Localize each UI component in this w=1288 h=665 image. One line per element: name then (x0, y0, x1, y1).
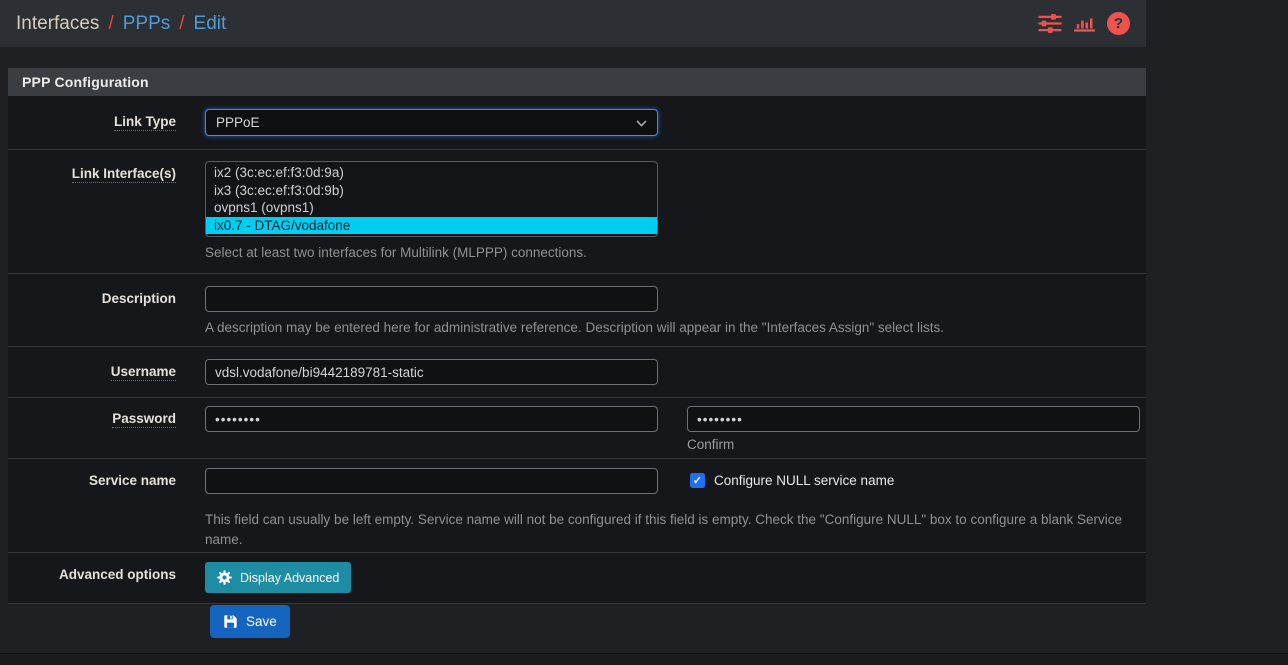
list-option[interactable]: ovpns1 (ovpns1) (206, 199, 657, 217)
breadcrumb-item-edit[interactable]: Edit (194, 13, 227, 35)
checkbox-checked-icon[interactable]: ✓ (690, 473, 705, 488)
ppp-configuration-panel: PPP Configuration Link Type PPPoE (8, 68, 1146, 604)
configure-null-checkbox-group[interactable]: ✓ Configure NULL service name (690, 473, 894, 488)
sliders-icon[interactable] (1038, 14, 1062, 33)
breadcrumb-item-interfaces: Interfaces (16, 13, 99, 35)
password-input[interactable] (205, 406, 658, 432)
description-help: A description may be entered here for ad… (205, 318, 1140, 338)
link-type-row: Link Type PPPoE (8, 96, 1146, 150)
link-interfaces-label: Link Interface(s) (72, 161, 176, 183)
link-interfaces-listbox[interactable]: ix2 (3c:ec:ef:f3:0d:9a) ix3 (3c:ec:ef:f3… (205, 161, 658, 237)
description-label: Description (102, 286, 176, 306)
display-advanced-button[interactable]: Display Advanced (205, 562, 351, 593)
advanced-options-row: Advanced options (8, 553, 1146, 603)
help-icon[interactable]: ? (1107, 12, 1130, 35)
display-advanced-label: Display Advanced (240, 571, 339, 585)
advanced-options-label: Advanced options (59, 562, 176, 582)
gear-icon (217, 570, 232, 585)
save-button[interactable]: Save (210, 605, 290, 638)
service-name-input[interactable] (205, 468, 658, 494)
password-label: Password (112, 406, 176, 428)
list-option[interactable]: ix3 (3c:ec:ef:f3:0d:9b) (206, 182, 657, 200)
save-label: Save (246, 614, 277, 629)
chevron-down-icon (636, 115, 647, 130)
save-row: Save (210, 605, 290, 638)
list-option-selected[interactable]: ix0.7 - DTAG/vodafone (206, 217, 657, 235)
description-row: Description A description may be entered… (8, 274, 1146, 347)
username-label: Username (111, 359, 176, 381)
password-row: Password Confirm (8, 398, 1146, 459)
list-option[interactable]: ix2 (3c:ec:ef:f3:0d:9a) (206, 164, 657, 182)
breadcrumb-bar: Interfaces / PPPs / Edit ? (0, 0, 1146, 47)
footer-strip (0, 653, 1288, 665)
confirm-label: Confirm (687, 437, 1140, 452)
floppy-disk-icon (223, 614, 238, 629)
breadcrumb-item-ppps[interactable]: PPPs (123, 13, 171, 35)
service-name-row: Service name ✓ Configure NULL service na… (8, 459, 1146, 553)
breadcrumb-separator: / (179, 13, 184, 35)
link-interfaces-row: Link Interface(s) ix2 (3c:ec:ef:f3:0d:9a… (8, 150, 1146, 274)
breadcrumb-separator: / (108, 13, 113, 35)
breadcrumb: Interfaces / PPPs / Edit (16, 13, 226, 35)
service-name-label: Service name (89, 468, 176, 488)
link-type-select[interactable]: PPPoE (205, 109, 658, 136)
configure-null-label: Configure NULL service name (714, 473, 894, 488)
link-type-label: Link Type (114, 109, 176, 131)
service-name-help: This field can usually be left empty. Se… (205, 510, 1140, 550)
username-row: Username (8, 347, 1146, 398)
description-input[interactable] (205, 286, 658, 312)
username-input[interactable] (205, 359, 658, 385)
link-type-selected-value: PPPoE (216, 115, 260, 130)
link-interfaces-help: Select at least two interfaces for Multi… (205, 243, 1140, 263)
password-confirm-input[interactable] (687, 406, 1140, 432)
panel-title: PPP Configuration (8, 68, 1146, 96)
panel-body: Link Type PPPoE Link Interface(s) (8, 96, 1146, 604)
topbar-icons: ? (1038, 12, 1130, 35)
bar-chart-icon[interactable] (1074, 15, 1095, 32)
